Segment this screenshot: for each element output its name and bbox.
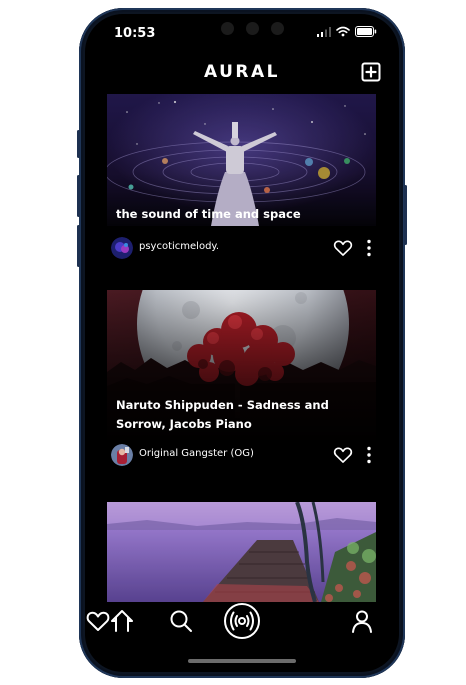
heart-icon[interactable] bbox=[85, 608, 111, 634]
broadcast-icon[interactable] bbox=[223, 602, 261, 640]
track-title[interactable]: Naruto Shippuden - Sadness and Sorrow, J… bbox=[116, 396, 371, 434]
track-cover-art[interactable] bbox=[107, 502, 376, 602]
bottom-nav bbox=[85, 602, 399, 644]
wifi-icon bbox=[336, 26, 350, 37]
track-meta: Original Gangster (OG) bbox=[111, 444, 376, 468]
home-indicator[interactable] bbox=[188, 659, 296, 663]
heart-icon[interactable] bbox=[333, 445, 353, 465]
status-icons bbox=[317, 26, 377, 37]
avatar[interactable] bbox=[111, 237, 133, 259]
side-button bbox=[77, 130, 80, 158]
track-title[interactable]: the sound of time and space bbox=[116, 205, 301, 224]
camera-dot bbox=[221, 22, 234, 35]
home-icon[interactable] bbox=[109, 608, 135, 634]
track-meta: psycoticmelody. bbox=[111, 237, 376, 261]
app-header: AURAL bbox=[85, 58, 399, 88]
avatar[interactable] bbox=[111, 444, 133, 466]
camera-dot bbox=[246, 22, 259, 35]
app-title: AURAL bbox=[203, 62, 281, 82]
track-card[interactable] bbox=[107, 502, 376, 602]
track-card[interactable]: Naruto Shippuden - Sadness and Sorrow, J… bbox=[107, 290, 376, 468]
status-bar: 10:53 bbox=[85, 14, 399, 54]
author-name[interactable]: psycoticmelody. bbox=[139, 241, 219, 252]
side-button bbox=[404, 185, 407, 245]
side-button bbox=[77, 175, 80, 217]
heart-icon[interactable] bbox=[333, 238, 353, 258]
more-vertical-icon[interactable] bbox=[366, 445, 372, 465]
status-time: 10:53 bbox=[114, 26, 156, 41]
more-vertical-icon[interactable] bbox=[366, 238, 372, 258]
author-name[interactable]: Original Gangster (OG) bbox=[139, 448, 254, 459]
camera-dot bbox=[271, 22, 284, 35]
track-card[interactable]: the sound of time and space psycoticmelo… bbox=[107, 94, 376, 266]
signal-icon bbox=[317, 26, 331, 37]
app-screen: 10:53 AURAL the sound of time and space … bbox=[85, 14, 399, 672]
side-button bbox=[77, 225, 80, 267]
battery-icon bbox=[355, 26, 377, 37]
plus-square-icon[interactable] bbox=[361, 62, 381, 82]
search-icon[interactable] bbox=[168, 608, 194, 634]
profile-icon[interactable] bbox=[349, 608, 375, 634]
